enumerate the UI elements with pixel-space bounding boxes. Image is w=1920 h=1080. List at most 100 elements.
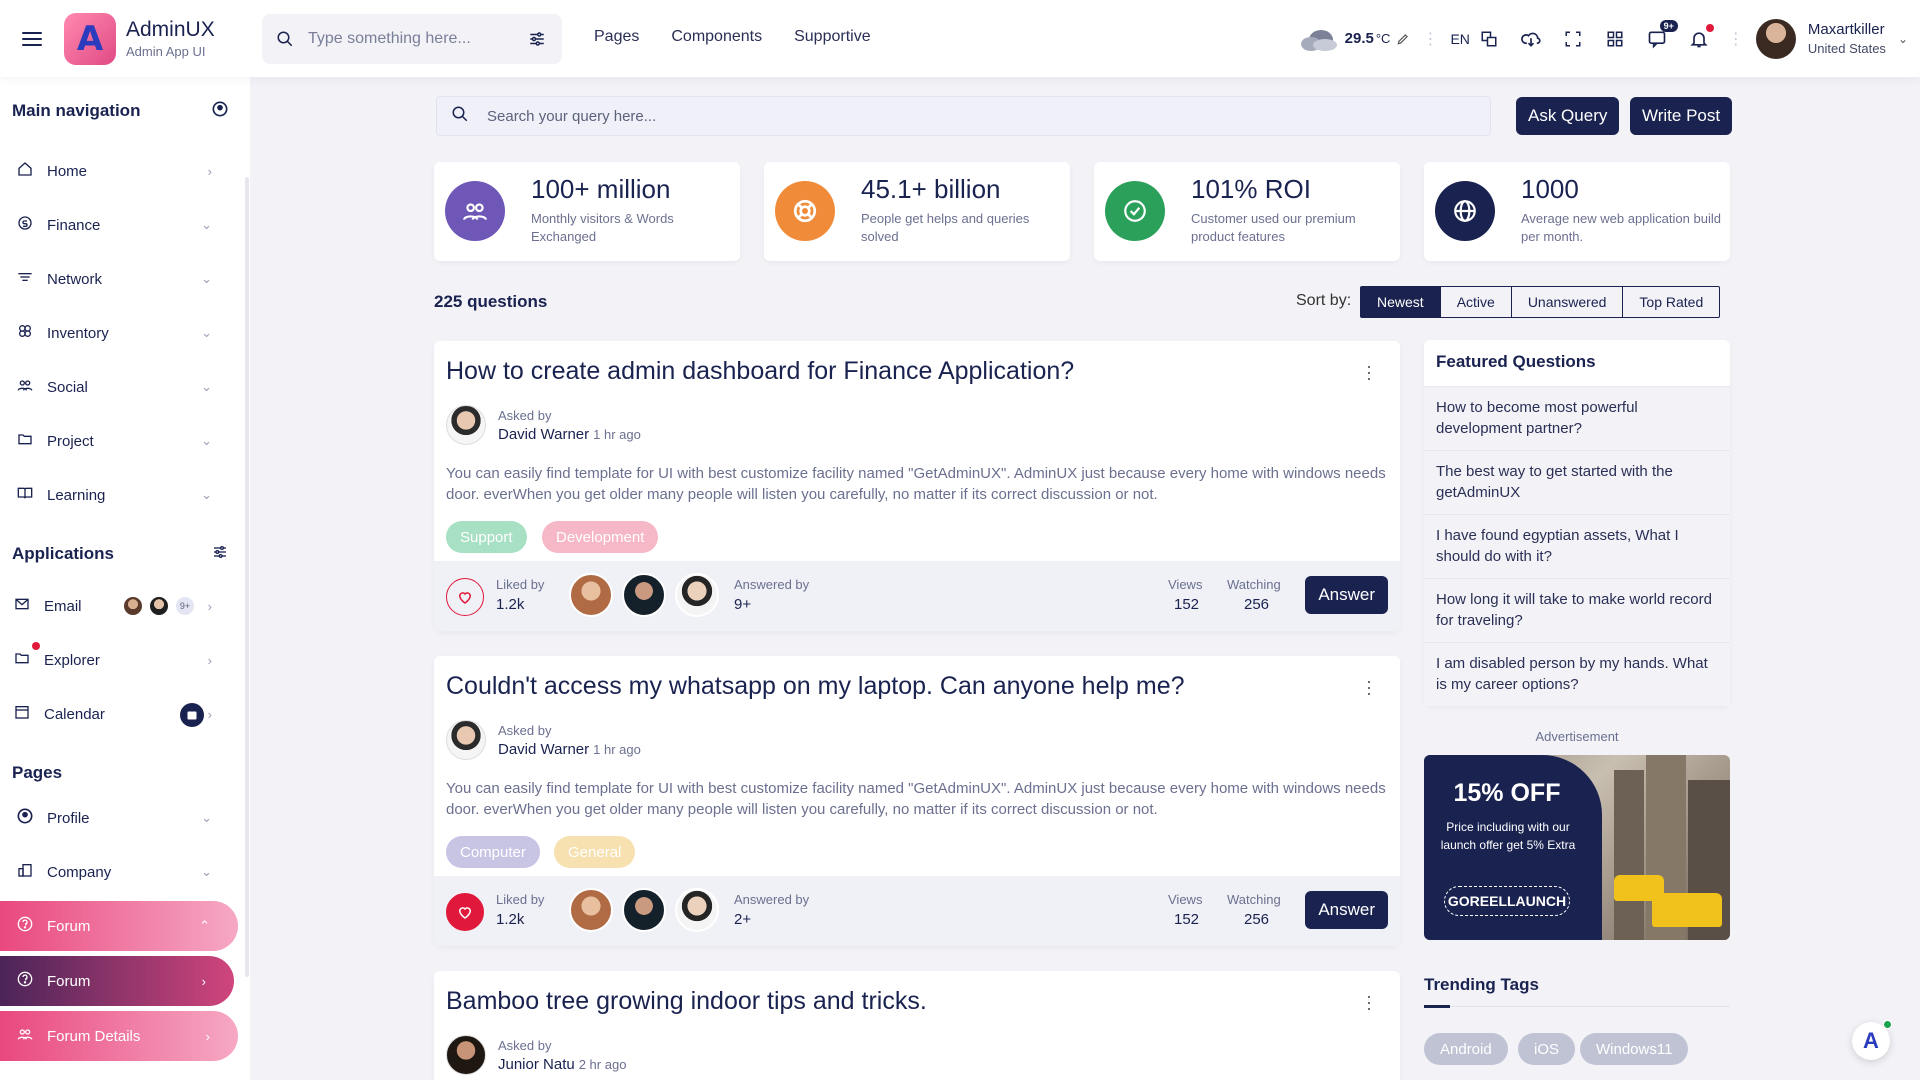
tag-chip[interactable]: Development — [542, 521, 659, 553]
question-title[interactable]: Couldn't access my whatsapp on my laptop… — [446, 672, 1185, 701]
tag-chip[interactable]: General — [554, 836, 636, 868]
sidebar-item-inventory[interactable]: Inventory ⌄ — [0, 308, 240, 358]
ask-query-button[interactable]: Ask Query — [1516, 97, 1620, 135]
sidebar-item-email[interactable]: Email 9+ › — [0, 581, 240, 631]
avatar[interactable] — [569, 573, 613, 617]
header-search-input[interactable] — [308, 30, 528, 48]
translate-icon[interactable] — [1476, 26, 1502, 52]
avatar[interactable] — [675, 573, 719, 617]
sidebar-item-home[interactable]: Home › — [0, 146, 240, 196]
sidebar-item-finance[interactable]: Finance ⌄ — [0, 200, 240, 250]
author-name[interactable]: Junior Natu — [498, 1056, 575, 1073]
chevron-right-icon: › — [205, 1028, 210, 1044]
bell-icon[interactable] — [1686, 23, 1714, 52]
sidebar-item-social[interactable]: Social ⌄ — [0, 362, 240, 412]
answer-button[interactable]: Answer — [1305, 576, 1388, 614]
like-button[interactable] — [446, 578, 484, 616]
sidebar-item-network[interactable]: Network ⌄ — [0, 254, 240, 304]
user-circle-icon[interactable] — [212, 101, 228, 122]
question-count: 225 questions — [434, 292, 548, 311]
nav-components[interactable]: Components — [671, 28, 762, 46]
divider — [1424, 1005, 1730, 1008]
tag-chip[interactable]: Computer — [446, 836, 540, 868]
settings-sliders-icon[interactable] — [212, 544, 228, 565]
top-nav: Pages Components Supportive — [594, 28, 871, 46]
featured-item[interactable]: How to become most powerful development … — [1424, 386, 1730, 450]
chevron-down-icon[interactable]: ⌄ — [1898, 32, 1908, 46]
author-avatar[interactable] — [446, 405, 486, 445]
language-label[interactable]: EN — [1450, 31, 1469, 47]
user-info[interactable]: Maxartkiller United States — [1808, 21, 1886, 56]
nav-supportive[interactable]: Supportive — [794, 28, 871, 46]
user-country: United States — [1807, 41, 1886, 56]
apps-grid-icon[interactable] — [1602, 26, 1628, 52]
question-title[interactable]: Bamboo tree growing indoor tips and tric… — [446, 987, 927, 1016]
featured-item[interactable]: I have found egyptian assets, What I sho… — [1424, 514, 1730, 578]
sidebar-item-project[interactable]: Project ⌄ — [0, 416, 240, 466]
tag-chip[interactable]: Support — [446, 521, 527, 553]
watching-label: Watching — [1227, 892, 1281, 907]
avatar[interactable] — [675, 888, 719, 932]
sidebar-item-label: Profile — [47, 809, 90, 827]
trending-tag[interactable]: Windows11 — [1580, 1033, 1689, 1065]
trending-tag[interactable]: iOS — [1518, 1033, 1576, 1065]
filter-icon[interactable] — [528, 30, 546, 48]
watching-count: 256 — [1244, 596, 1270, 613]
sidebar-item-forum-details[interactable]: Forum Details › — [0, 1011, 238, 1061]
building-image — [1614, 770, 1644, 940]
more-vertical-icon[interactable]: · · · — [1366, 357, 1372, 387]
sidebar-item-calendar[interactable]: Calendar › — [0, 689, 240, 739]
chevron-right-icon: › — [207, 163, 212, 179]
avatar[interactable] — [622, 888, 666, 932]
query-search-input[interactable] — [487, 107, 1387, 125]
sidebar-item-forum-group[interactable]: Forum ⌃ — [0, 901, 238, 951]
sort-active[interactable]: Active — [1439, 287, 1511, 317]
question-title[interactable]: How to create admin dashboard for Financ… — [446, 357, 1074, 386]
fullscreen-icon[interactable] — [1560, 26, 1586, 52]
question-body: You can easily find template for UI with… — [446, 465, 1386, 503]
chevron-down-icon: ⌄ — [201, 433, 212, 448]
avatar[interactable] — [569, 888, 613, 932]
like-button[interactable] — [446, 893, 484, 931]
advertisement-banner[interactable]: 15% OFF Price including with our launch … — [1424, 755, 1730, 940]
asked-by-label: Asked by — [498, 723, 552, 738]
app-logo[interactable]: A — [64, 12, 116, 65]
edit-icon[interactable] — [1396, 32, 1410, 46]
sort-top-rated[interactable]: Top Rated — [1622, 287, 1719, 317]
sidebar-item-profile[interactable]: Profile ⌄ — [0, 793, 240, 843]
sidebar-item-label: Calendar — [44, 705, 105, 723]
write-post-button[interactable]: Write Post — [1630, 97, 1733, 135]
author-name[interactable]: David Warner — [498, 426, 589, 443]
sidebar-item-forum[interactable]: Forum › — [0, 956, 234, 1006]
more-vertical-icon[interactable]: · · · — [1366, 672, 1372, 702]
author-avatar[interactable] — [446, 720, 486, 760]
nav-pages[interactable]: Pages — [594, 28, 639, 46]
sidebar-item-explorer[interactable]: Explorer › — [0, 635, 240, 685]
featured-item[interactable]: I am disabled person by my hands. What i… — [1424, 642, 1730, 706]
message-icon[interactable]: 9+ — [1644, 19, 1678, 52]
user-avatar[interactable] — [1755, 18, 1796, 59]
sidebar-scrollbar[interactable] — [245, 177, 249, 977]
chevron-down-icon: ⌄ — [201, 810, 212, 825]
pages-heading: Pages — [12, 763, 228, 783]
liked-by-label: Liked by — [496, 577, 545, 592]
temperature: 29.5 — [1344, 30, 1374, 47]
floating-app-button[interactable]: A — [1852, 1020, 1892, 1060]
sidebar-item-learning[interactable]: Learning ⌄ — [0, 470, 240, 520]
sort-unanswered[interactable]: Unanswered — [1510, 287, 1623, 317]
answer-button[interactable]: Answer — [1305, 891, 1388, 929]
avatar[interactable] — [622, 573, 666, 617]
more-vertical-icon[interactable]: · · · — [1366, 987, 1372, 1017]
author-name[interactable]: David Warner — [498, 741, 589, 758]
featured-item[interactable]: The best way to get started with the get… — [1424, 450, 1730, 514]
cloud-download-icon[interactable] — [1518, 26, 1544, 52]
ad-desc: Price including with our launch offer ge… — [1440, 820, 1576, 852]
featured-item[interactable]: How long it will take to make world reco… — [1424, 578, 1730, 642]
trending-tag[interactable]: Android — [1424, 1033, 1508, 1065]
author-avatar[interactable] — [446, 1035, 486, 1075]
sort-newest[interactable]: Newest — [1361, 287, 1440, 317]
author: Junior Natu 2 hr ago — [498, 1056, 626, 1073]
sidebar-item-company[interactable]: Company ⌄ — [0, 847, 240, 897]
promo-code[interactable]: GOREELLAUNCH — [1444, 886, 1570, 916]
menu-icon[interactable] — [22, 31, 42, 46]
